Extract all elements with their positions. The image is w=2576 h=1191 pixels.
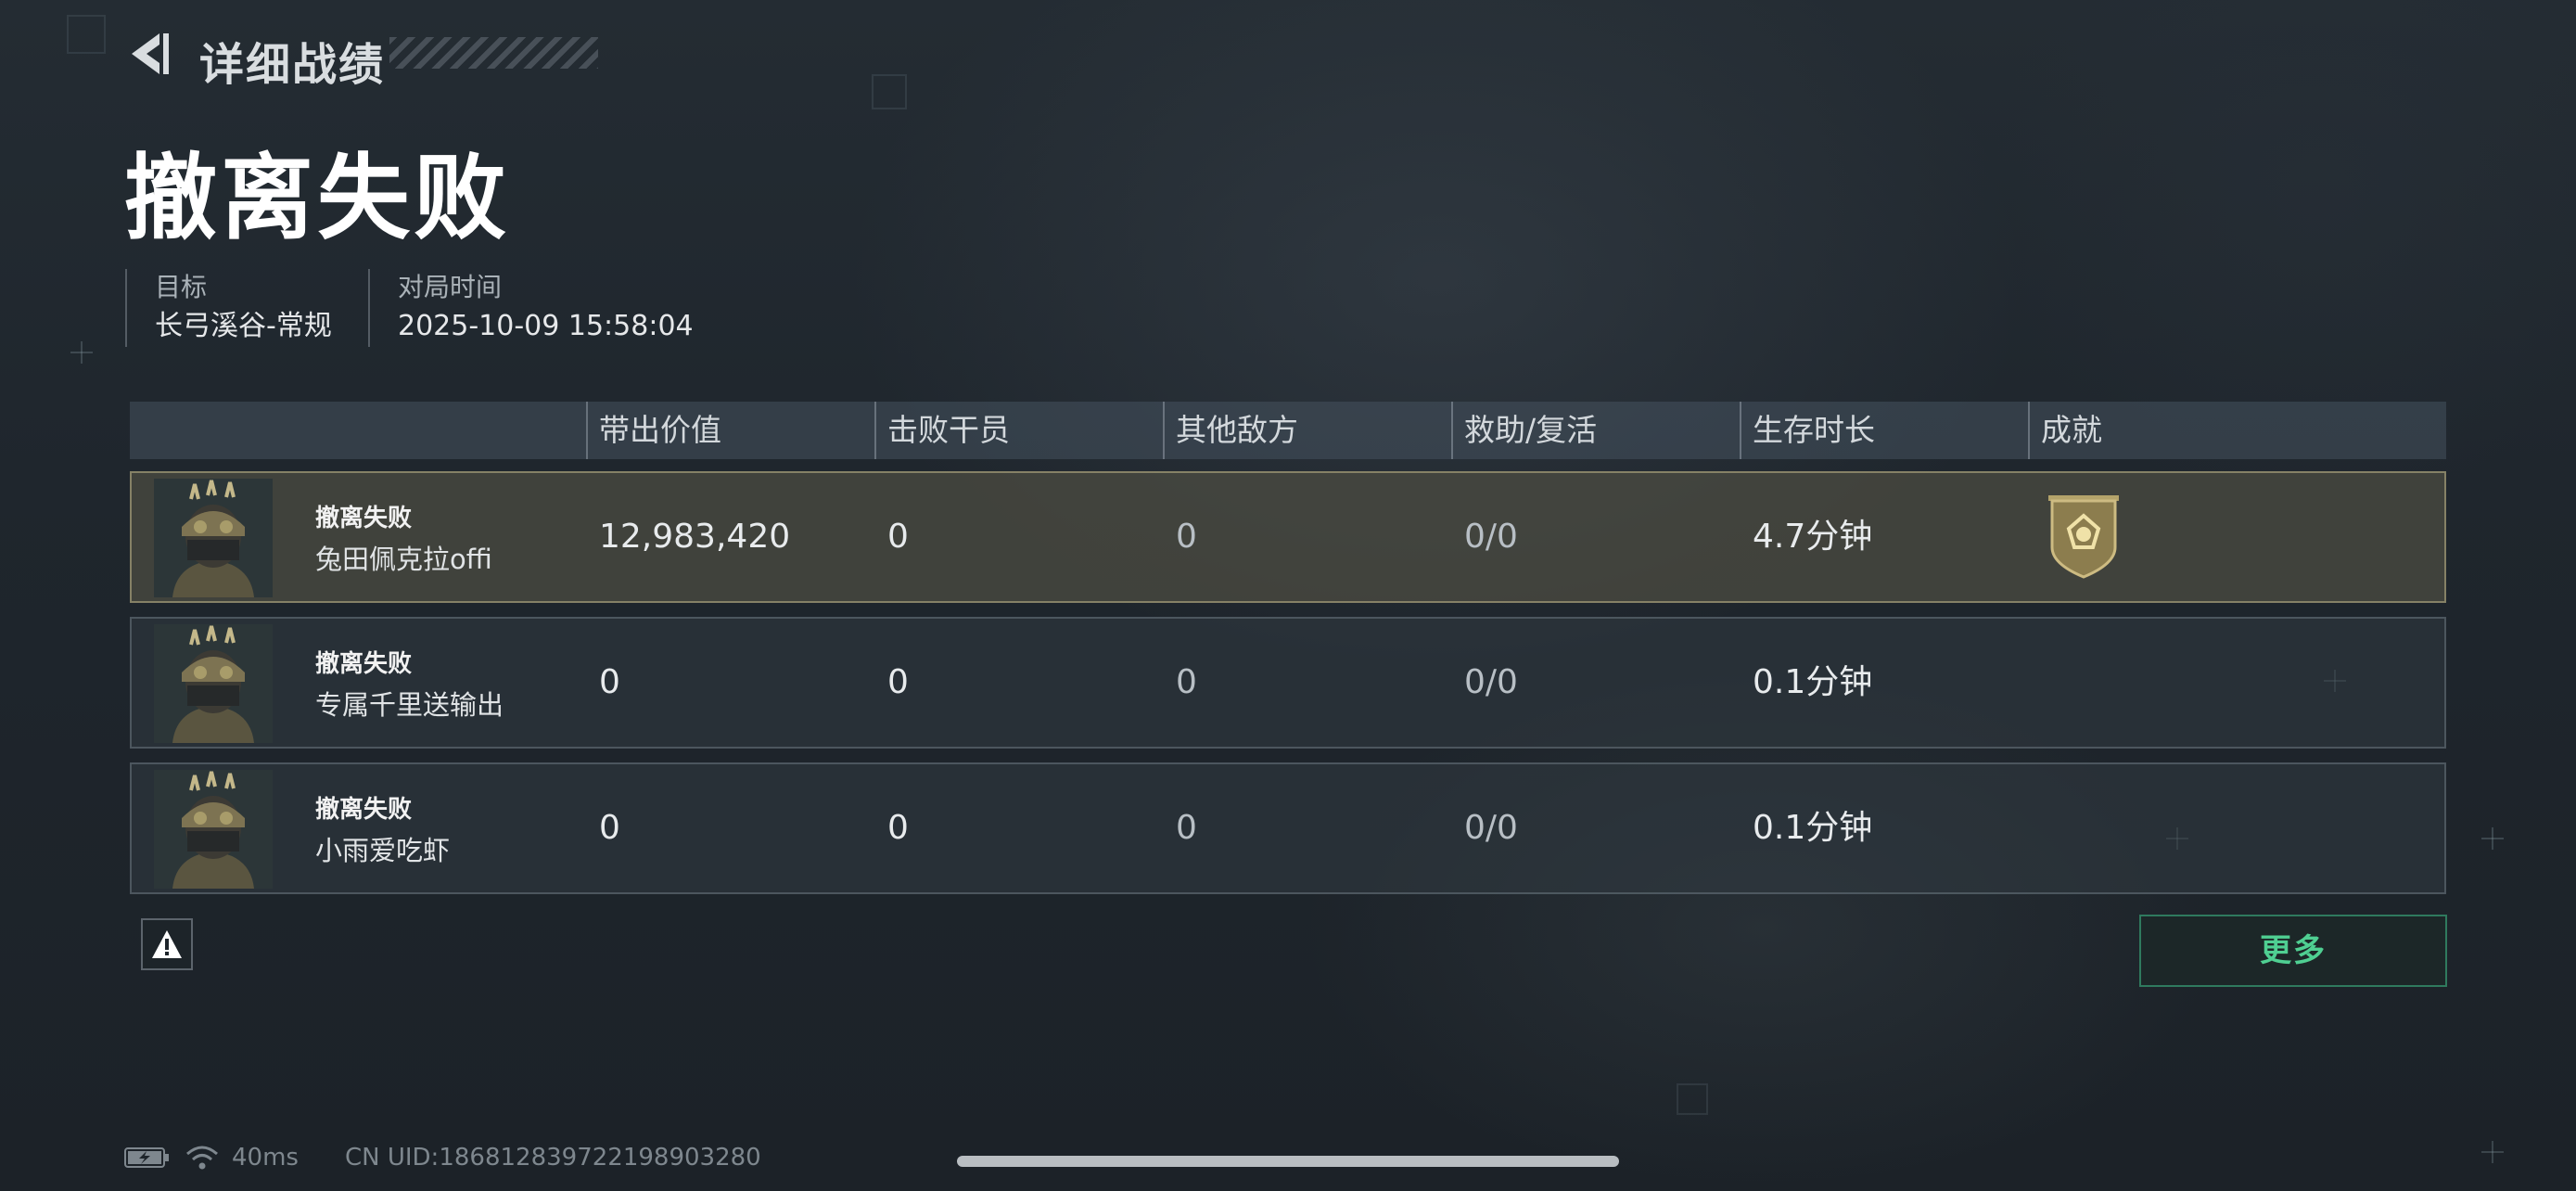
assist-cell: 0/0 — [1464, 518, 1518, 556]
player-row[interactable]: 撤离失败 专属千里送输出 0 0 0 0/0 0.1分钟 — [130, 617, 2446, 749]
assist-cell: 0/0 — [1464, 663, 1518, 701]
report-button[interactable] — [141, 918, 193, 970]
value-cell: 12,983,420 — [599, 518, 791, 556]
crosshair-decoration — [70, 341, 93, 364]
page-title: 详细战绩 — [199, 39, 386, 91]
time-value: 2025-10-09 15:58:04 — [398, 310, 694, 342]
result-title: 撤离失败 — [124, 144, 510, 252]
title-stripes-decoration — [389, 37, 598, 69]
value-cell: 0 — [599, 663, 620, 701]
other-enemies-cell: 0 — [1176, 518, 1197, 556]
player-row[interactable]: 撤离失败 兔田佩克拉offi 12,983,420 0 0 0/0 4.7分钟 — [130, 471, 2446, 603]
player-row[interactable]: 撤离失败 小雨爱吃虾 0 0 0 0/0 0.1分钟 — [130, 762, 2446, 894]
player-avatar — [154, 479, 273, 597]
table-header: 带出价值 击败干员 其他敌方 救助/复活 生存时长 成就 — [130, 402, 2446, 459]
kills-cell: 0 — [887, 518, 909, 556]
chevron-left-icon — [132, 33, 169, 74]
time-info: 对局时间 2025-10-09 15:58:04 — [368, 269, 694, 347]
other-enemies-cell: 0 — [1176, 809, 1197, 847]
column-header-kills: 击败干员 — [874, 402, 1010, 459]
corner-decoration — [872, 74, 907, 109]
time-label: 对局时间 — [398, 272, 503, 302]
other-enemies-cell: 0 — [1176, 663, 1197, 701]
row-status: 撤离失败 — [315, 650, 413, 678]
battery-charging-icon — [124, 1147, 169, 1168]
assist-cell: 0/0 — [1464, 809, 1518, 847]
corner-decoration — [67, 15, 106, 54]
column-header-survival: 生存时长 — [1740, 402, 1875, 459]
warning-icon — [152, 930, 182, 958]
status-bar: 40ms CN UID:1868128397221989032​80 — [124, 1139, 761, 1176]
home-indicator[interactable] — [957, 1156, 1619, 1167]
survival-cell: 4.7分钟 — [1753, 518, 1873, 556]
column-header-other-enemies: 其他敌方 — [1163, 402, 1298, 459]
shield-medal-icon[interactable] — [2045, 493, 2123, 579]
column-header-assist: 救助/复活 — [1451, 402, 1597, 459]
target-value: 长弓溪谷-常规 — [155, 310, 332, 342]
corner-decoration — [1677, 1083, 1708, 1115]
player-avatar — [154, 624, 273, 743]
player-avatar — [154, 770, 273, 889]
ping-text: 40ms — [232, 1144, 299, 1172]
kills-cell: 0 — [887, 663, 909, 701]
crosshair-decoration — [2481, 1141, 2504, 1163]
more-button[interactable]: 更多 — [2139, 915, 2447, 987]
value-cell: 0 — [599, 809, 620, 847]
column-header-value: 带出价值 — [586, 402, 721, 459]
wifi-icon — [186, 1146, 218, 1170]
survival-cell: 0.1分钟 — [1753, 809, 1873, 847]
kills-cell: 0 — [887, 809, 909, 847]
player-name: 兔田佩克拉offi — [315, 544, 492, 575]
player-name: 小雨爱吃虾 — [315, 835, 451, 866]
survival-cell: 0.1分钟 — [1753, 663, 1873, 701]
match-detail-screen: 详细战绩 撤离失败 目标 长弓溪谷-常规 对局时间 2025-10-09 15:… — [0, 0, 2576, 1191]
target-info: 目标 长弓溪谷-常规 — [125, 269, 332, 347]
column-header-achievement: 成就 — [2028, 402, 2102, 459]
player-name: 专属千里送输出 — [315, 689, 504, 721]
row-status: 撤离失败 — [315, 505, 413, 532]
uid-text: CN UID:1868128397221989032​80 — [344, 1144, 761, 1172]
crosshair-decoration — [2481, 827, 2504, 850]
row-status: 撤离失败 — [315, 796, 413, 824]
back-button[interactable] — [121, 26, 176, 82]
target-label: 目标 — [155, 272, 208, 302]
